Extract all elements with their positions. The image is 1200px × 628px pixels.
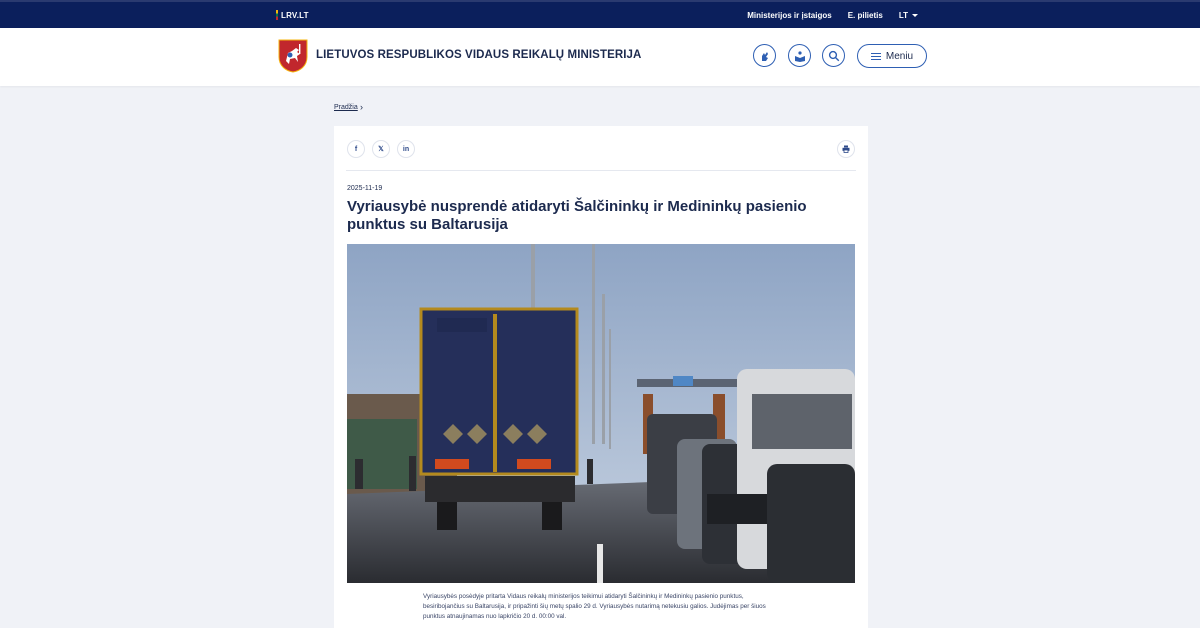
flag-icon	[276, 10, 278, 20]
top-link-ministries[interactable]: Ministerijos ir įstaigos	[747, 11, 831, 20]
article-lead: Vyriausybės posėdyje pritarta Vidaus rei…	[423, 593, 766, 620]
sign-language-icon	[761, 51, 768, 61]
facebook-icon: f	[354, 145, 358, 153]
print-button[interactable]	[837, 140, 855, 158]
share-divider	[346, 170, 856, 171]
article-title: Vyriausybė nusprendė atidaryti Šalčinink…	[347, 198, 807, 233]
easy-read-icon	[794, 50, 805, 62]
search-icon	[828, 50, 839, 61]
coat-of-arms-icon	[278, 39, 308, 73]
share-facebook-button[interactable]: f	[347, 140, 365, 158]
top-bar: LRV.LT Ministerijos ir įstaigos E. pilie…	[0, 0, 1200, 28]
article-date: 2025-11-19	[347, 185, 383, 192]
x-icon: 𝕏	[378, 146, 384, 153]
lrv-portal-link[interactable]: LRV.LT	[276, 10, 309, 20]
sign-language-button[interactable]	[753, 44, 776, 67]
coat-of-arms-logo[interactable]	[278, 39, 308, 73]
easy-read-button[interactable]	[788, 44, 811, 67]
linkedin-icon: in	[402, 145, 410, 153]
site-header: LIETUVOS RESPUBLIKOS VIDAUS REIKALŲ MINI…	[0, 28, 1200, 86]
hamburger-icon	[870, 52, 881, 60]
article-photo	[347, 244, 855, 583]
breadcrumb-home[interactable]: Pradžia	[334, 104, 358, 111]
share-x-button[interactable]: 𝕏	[372, 140, 390, 158]
search-button[interactable]	[822, 44, 845, 67]
print-icon	[842, 145, 850, 153]
share-linkedin-button[interactable]: in	[397, 140, 415, 158]
language-selector[interactable]: LT	[899, 11, 918, 20]
article-card: f 𝕏 in 2025-11-19 Vyriausybė nusprendė a…	[334, 126, 868, 628]
menu-button[interactable]: Meniu	[857, 44, 927, 68]
border-checkpoint-photo	[347, 244, 855, 583]
top-link-e-citizen[interactable]: E. pilietis	[848, 11, 883, 20]
site-name[interactable]: LIETUVOS RESPUBLIKOS VIDAUS REIKALŲ MINI…	[316, 49, 641, 61]
lrv-portal-label: LRV.LT	[281, 10, 309, 20]
top-links: Ministerijos ir įstaigos E. pilietis LT	[747, 11, 918, 20]
menu-label: Meniu	[885, 50, 914, 62]
breadcrumb-separator: ›	[360, 102, 363, 112]
